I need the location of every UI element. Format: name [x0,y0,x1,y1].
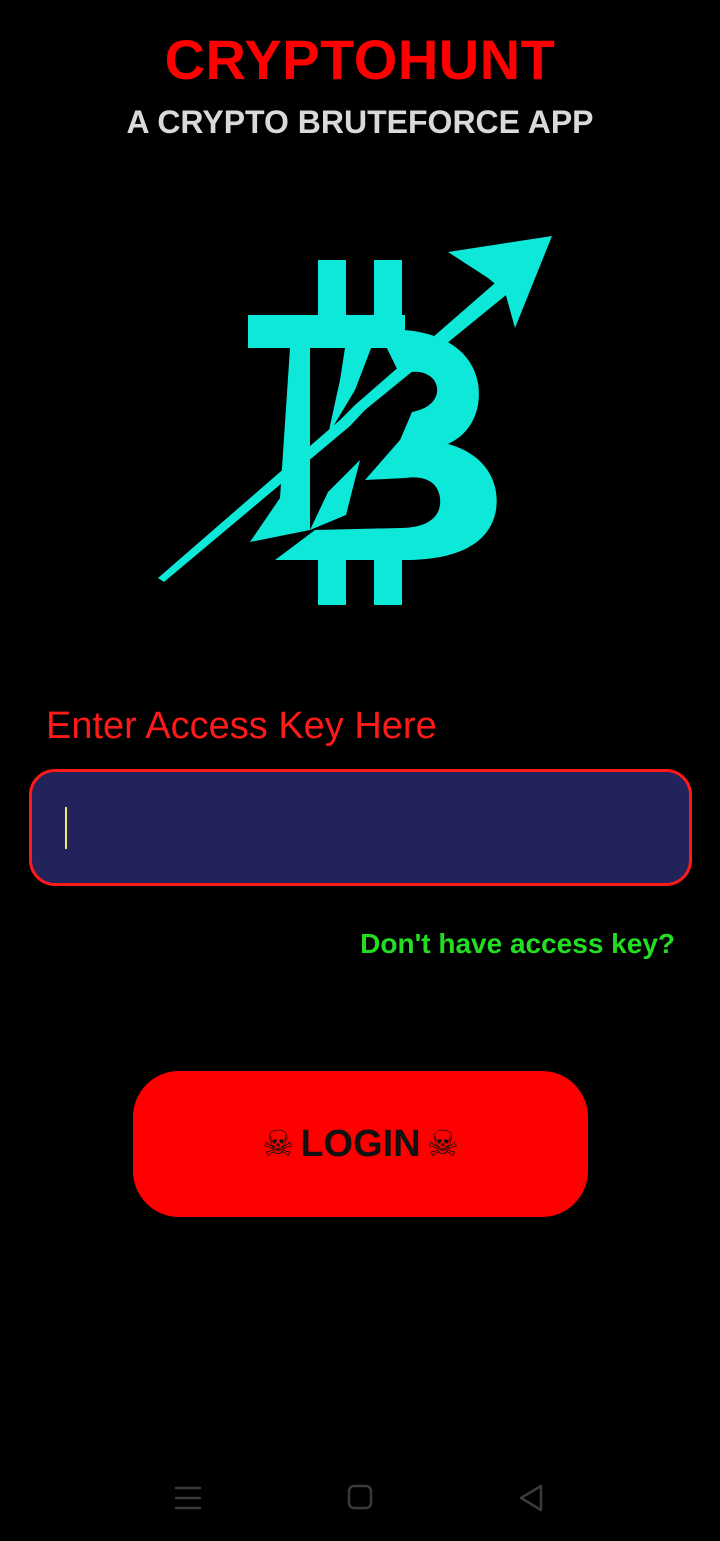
text-caret [65,807,67,849]
menu-icon[interactable] [168,1478,208,1518]
app-title: CRYPTOHUNT [164,28,556,91]
bitcoin-logo-icon [158,236,552,605]
access-key-label: Enter Access Key Here [46,705,437,747]
access-key-field-container [29,769,692,886]
app-subtitle: A CRYPTO BRUTEFORCE APP [126,104,594,140]
back-icon[interactable] [511,1478,551,1518]
skull-icon: ☠ [426,1123,459,1165]
login-button[interactable]: ☠ LOGIN ☠ [133,1071,588,1217]
no-access-key-link[interactable]: Don't have access key? [360,924,675,964]
home-icon[interactable] [340,1478,380,1518]
skull-icon: ☠ [262,1123,295,1165]
system-navigation-bar [0,1470,720,1526]
access-key-input[interactable] [32,772,689,883]
login-button-label: LOGIN [300,1122,421,1165]
